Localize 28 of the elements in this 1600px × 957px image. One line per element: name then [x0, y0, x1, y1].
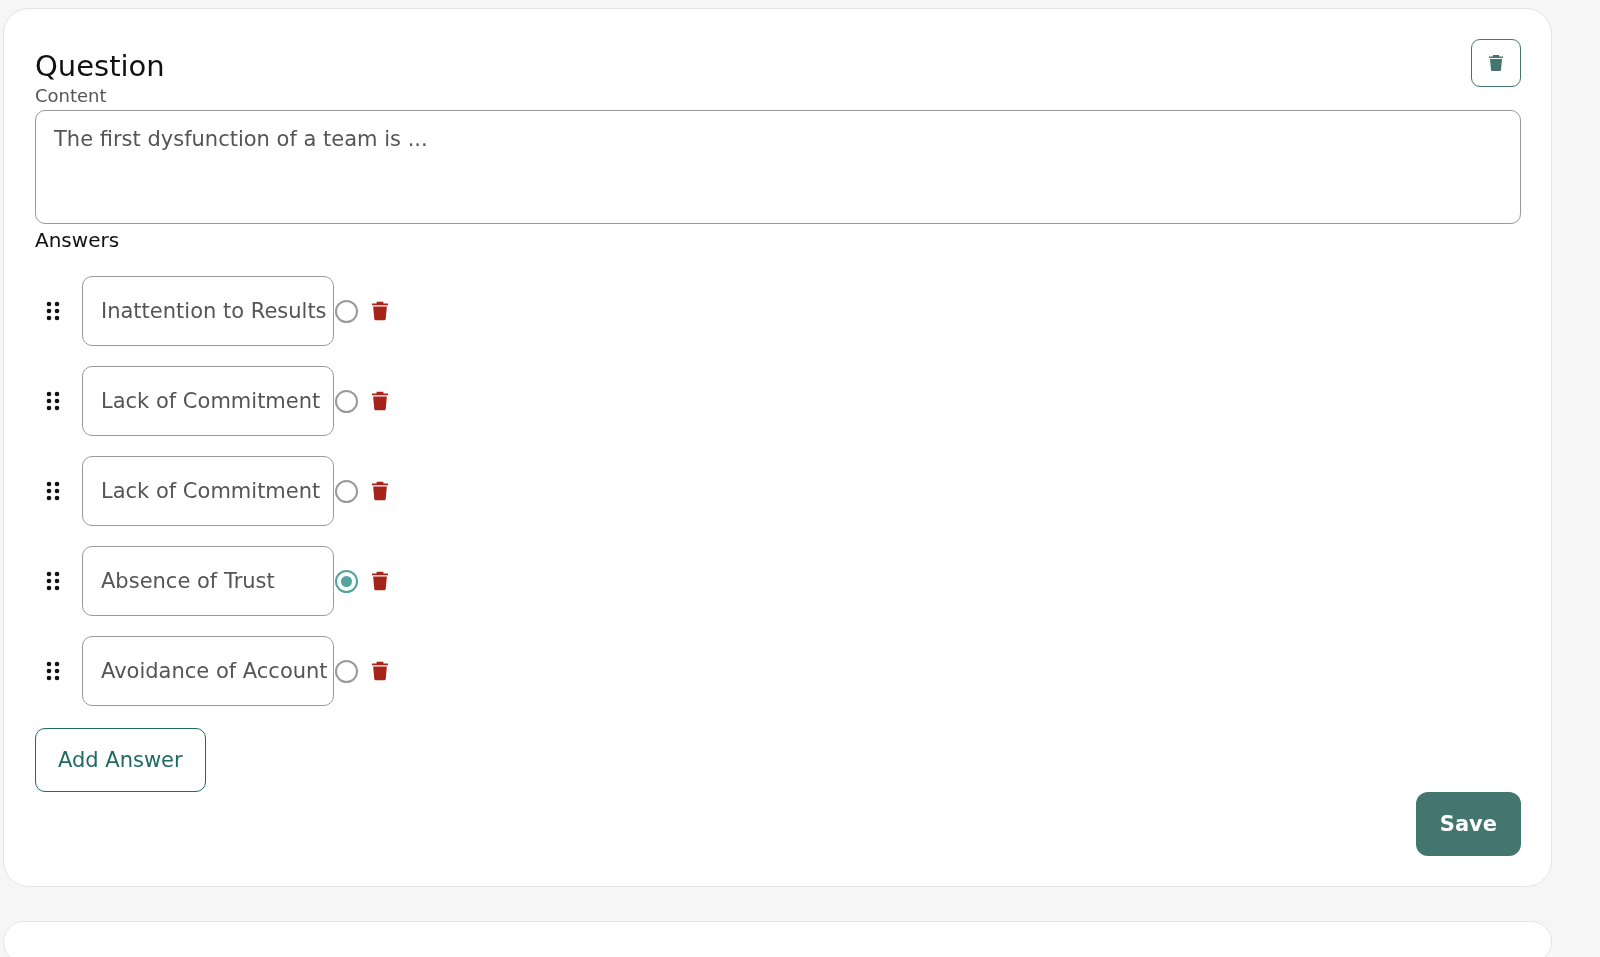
delete-question-button[interactable] — [1471, 39, 1521, 87]
card-title: Question — [35, 49, 165, 83]
drag-handle-icon[interactable] — [46, 391, 60, 411]
drag-handle-icon[interactable] — [46, 661, 60, 681]
correct-answer-radio[interactable] — [335, 479, 358, 503]
content-label: Content — [35, 85, 108, 106]
answer-field[interactable]: Avoidance of Account — [82, 636, 334, 706]
answer-field[interactable]: Lack of Commitment — [82, 456, 334, 526]
drag-handle-icon[interactable] — [46, 301, 60, 321]
save-button[interactable]: Save — [1415, 792, 1521, 856]
delete-answer-icon[interactable] — [372, 571, 388, 591]
answers-label: Answers — [35, 228, 121, 252]
correct-answer-radio[interactable] — [335, 659, 358, 683]
answer-field[interactable]: Inattention to Results — [82, 276, 334, 346]
drag-handle-icon[interactable] — [46, 571, 60, 591]
delete-answer-icon[interactable] — [372, 481, 388, 501]
delete-answer-icon[interactable] — [372, 661, 388, 681]
drag-handle-icon[interactable] — [46, 481, 60, 501]
add-answer-button[interactable]: Add Answer — [35, 728, 206, 792]
correct-answer-radio[interactable] — [335, 299, 358, 323]
trash-icon — [1489, 55, 1503, 71]
delete-answer-icon[interactable] — [372, 391, 388, 411]
content-field[interactable]: The first dysfunction of a team is ... — [35, 110, 1521, 224]
correct-answer-radio[interactable] — [335, 389, 358, 413]
answer-field[interactable]: Lack of Commitment — [82, 366, 334, 436]
answer-field[interactable]: Absence of Trust — [82, 546, 334, 616]
delete-answer-icon[interactable] — [372, 301, 388, 321]
correct-answer-radio[interactable] — [335, 569, 358, 593]
